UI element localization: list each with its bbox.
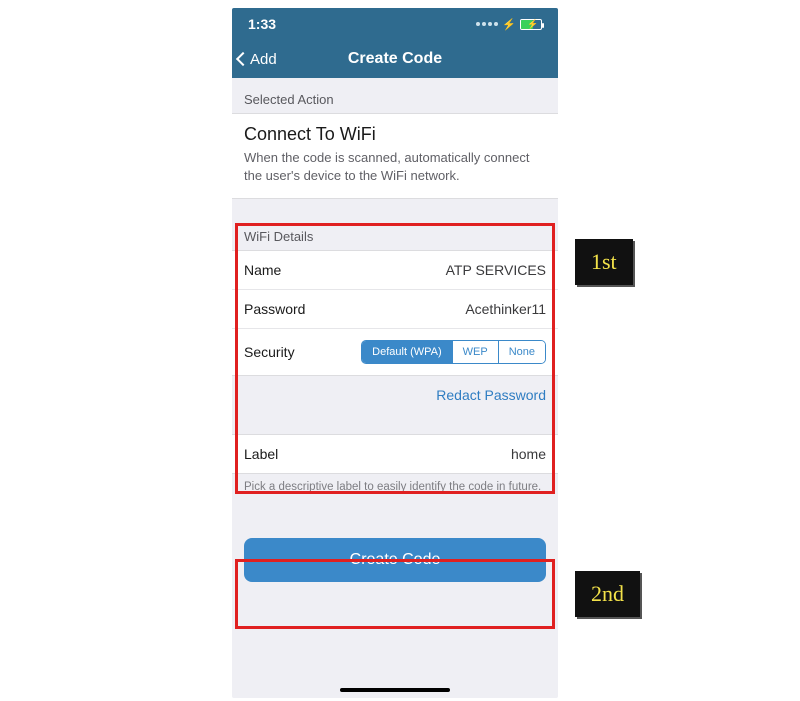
wifi-name-value: ATP SERVICES — [446, 262, 546, 278]
wifi-password-label: Password — [244, 301, 305, 317]
status-bar: 1:33 ⚡ ⚡ — [232, 8, 558, 40]
screenshot-frame: 1:33 ⚡ ⚡ Add Create Code Selected Action — [0, 0, 800, 701]
security-option-default[interactable]: Default (WPA) — [362, 341, 451, 363]
redact-password-link[interactable]: Redact Password — [436, 387, 546, 403]
status-right: ⚡ ⚡ — [476, 18, 542, 31]
label-footer-note: Pick a descriptive label to easily ident… — [232, 474, 558, 496]
label-field-label: Label — [244, 446, 278, 462]
action-title: Connect To WiFi — [244, 124, 546, 145]
label-group: Label home — [232, 434, 558, 474]
wifi-icon: ⚡ — [502, 18, 516, 31]
annotation-label-1: 1st — [575, 239, 633, 285]
security-segmented-control[interactable]: Default (WPA) WEP None — [361, 340, 546, 364]
wifi-password-row[interactable]: Password Acethinker11 — [232, 289, 558, 328]
redact-row: Redact Password — [232, 376, 558, 416]
wifi-name-label: Name — [244, 262, 281, 278]
nav-bar: Add Create Code — [232, 40, 558, 78]
battery-icon: ⚡ — [520, 19, 542, 30]
status-time: 1:33 — [248, 16, 276, 32]
create-button-container: Create Code — [232, 496, 558, 582]
security-option-none[interactable]: None — [498, 341, 545, 363]
create-code-button[interactable]: Create Code — [244, 538, 546, 582]
wifi-password-value: Acethinker11 — [465, 301, 546, 317]
wifi-name-row[interactable]: Name ATP SERVICES — [232, 251, 558, 289]
wifi-details-group: Name ATP SERVICES Password Acethinker11 … — [232, 250, 558, 376]
back-label: Add — [250, 51, 277, 68]
label-row[interactable]: Label home — [232, 435, 558, 473]
wifi-details-header: WiFi Details — [232, 219, 558, 250]
chevron-left-icon — [236, 52, 250, 66]
nav-title: Create Code — [348, 50, 442, 68]
wifi-security-label: Security — [244, 344, 295, 360]
annotation-label-2: 2nd — [575, 571, 640, 617]
create-code-button-label: Create Code — [350, 551, 441, 569]
action-card[interactable]: Connect To WiFi When the code is scanned… — [232, 113, 558, 199]
phone-screen: 1:33 ⚡ ⚡ Add Create Code Selected Action — [232, 8, 558, 698]
security-option-wep[interactable]: WEP — [452, 341, 498, 363]
label-field-value: home — [511, 446, 546, 462]
signal-dots-icon — [476, 22, 498, 26]
wifi-security-row: Security Default (WPA) WEP None — [232, 328, 558, 375]
action-description: When the code is scanned, automatically … — [244, 149, 546, 184]
back-button[interactable]: Add — [238, 40, 277, 78]
home-indicator[interactable] — [340, 688, 450, 692]
selected-action-header: Selected Action — [232, 78, 558, 113]
